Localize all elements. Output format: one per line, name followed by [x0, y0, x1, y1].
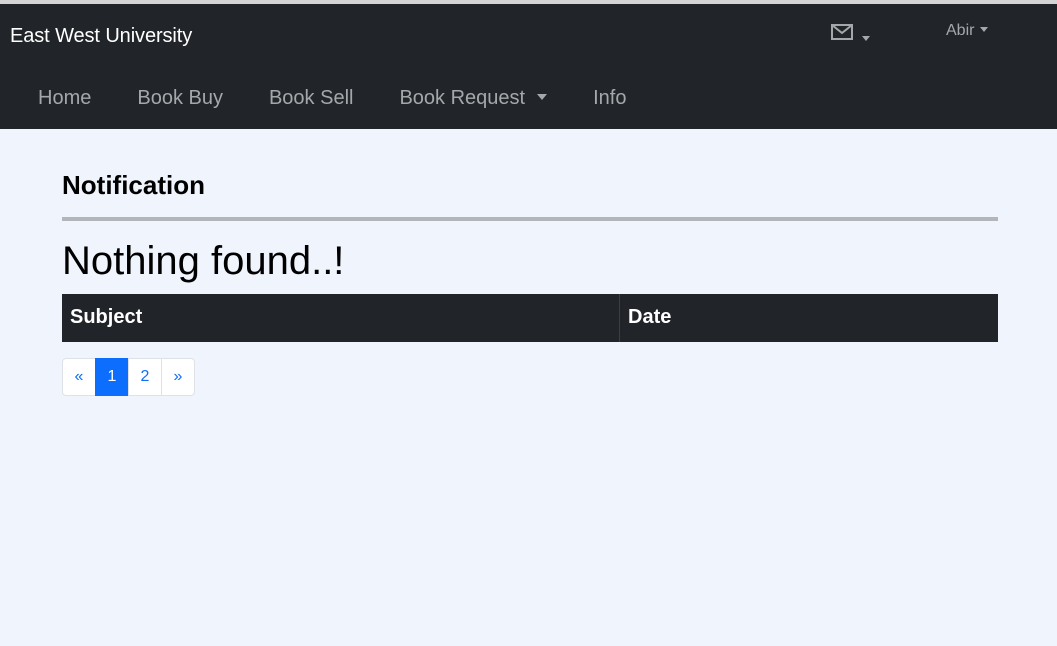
- empty-message: Nothing found..!: [62, 239, 345, 283]
- nav-item-book-request[interactable]: Book Request: [399, 87, 548, 110]
- column-header-subject[interactable]: Subject: [62, 294, 620, 342]
- nav-item-home[interactable]: Home: [38, 87, 91, 110]
- page-title: Notification: [62, 170, 205, 200]
- user-name: Abir: [946, 22, 975, 39]
- pagination-page-2[interactable]: 2: [128, 358, 162, 396]
- chevron-down-icon: [537, 94, 548, 100]
- notifications-table-header: Subject Date: [62, 294, 998, 342]
- nav-item-book-sell[interactable]: Book Sell: [269, 87, 354, 110]
- chevron-down-icon: [862, 36, 870, 41]
- pagination: « 1 2 »: [62, 358, 195, 396]
- pagination-page-1[interactable]: 1: [95, 358, 129, 396]
- pagination-prev-button[interactable]: «: [62, 358, 96, 396]
- main-nav: Home Book Buy Book Sell Book Request Inf…: [38, 87, 672, 110]
- navbar: East West University Abir Home Book Buy …: [0, 4, 1057, 129]
- user-menu-dropdown[interactable]: Abir: [946, 22, 989, 40]
- column-header-date[interactable]: Date: [620, 294, 998, 342]
- envelope-icon: [831, 24, 853, 40]
- brand-link[interactable]: East West University: [10, 25, 192, 48]
- notifications-dropdown[interactable]: [829, 22, 875, 48]
- nav-item-info[interactable]: Info: [593, 87, 626, 110]
- chevron-down-icon: [980, 27, 989, 32]
- divider: [62, 217, 998, 221]
- nav-item-book-buy[interactable]: Book Buy: [137, 87, 223, 110]
- pagination-next-button[interactable]: »: [161, 358, 195, 396]
- nav-item-book-request-label: Book Request: [399, 87, 526, 109]
